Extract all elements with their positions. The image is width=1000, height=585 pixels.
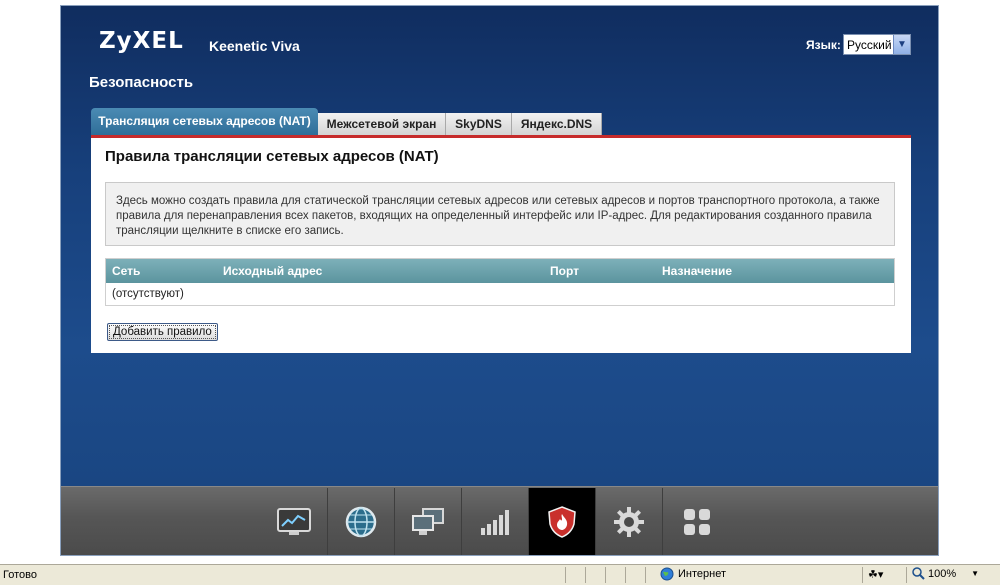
add-rule-button[interactable]: Добавить правило [107, 323, 218, 341]
zone-label: Интернет [678, 568, 726, 580]
chevron-down-icon[interactable]: ▼ [971, 569, 979, 578]
page-title: Безопасность [89, 74, 194, 91]
status-separator [862, 567, 863, 583]
zoom-control[interactable]: 100% ▼ [912, 567, 979, 580]
table-header: Сеть Исходный адрес Порт Назначение [106, 259, 894, 283]
status-separator [565, 567, 566, 583]
status-text: Готово [3, 569, 37, 581]
empty-row-text: (отсутствуют) [112, 288, 184, 300]
signal-bars-icon [481, 510, 509, 535]
status-separator [906, 567, 907, 583]
column-destination: Назначение [662, 264, 733, 278]
dock-monitor[interactable] [261, 488, 328, 555]
dock-home-network[interactable] [395, 488, 462, 555]
monitor-chart-icon [277, 508, 311, 535]
network-computers-icon [412, 508, 444, 535]
security-shield-icon [548, 506, 576, 538]
tab-firewall[interactable]: Межсетевой экран [318, 113, 446, 135]
tab-nat[interactable]: Трансляция сетевых адресов (NAT) [91, 108, 318, 135]
dock-applications[interactable] [663, 488, 730, 555]
browser-status-bar: Готово Интернет ☘▾ 100% ▼ [0, 564, 1000, 585]
status-separator [625, 567, 626, 583]
dock-security[interactable] [529, 488, 596, 555]
status-separator [585, 567, 586, 583]
nat-rules-table: Сеть Исходный адрес Порт Назначение (отс… [105, 258, 895, 306]
language-value: Русский [847, 38, 892, 52]
router-web-frame: ZyXEL Keenetic Viva Язык: Русский ▼ Безо… [60, 5, 939, 556]
tab-yandex-dns[interactable]: Яндекс.DNS [512, 113, 602, 135]
chevron-down-icon[interactable]: ▼ [893, 35, 910, 54]
column-source-address: Исходный адрес [223, 264, 323, 278]
status-separator [605, 567, 606, 583]
zoom-icon [912, 567, 925, 580]
tab-skydns[interactable]: SkyDNS [446, 113, 512, 135]
dock-system[interactable] [596, 488, 663, 555]
dock-internet[interactable] [328, 488, 395, 555]
globe-icon [345, 506, 377, 538]
dock-wifi[interactable] [462, 488, 529, 555]
language-label: Язык: [806, 38, 841, 52]
content-panel: Правила трансляции сетевых адресов (NAT)… [91, 138, 911, 353]
table-row: (отсутствуют) [106, 283, 894, 306]
brand-logo: ZyXEL [99, 28, 184, 54]
internet-globe-icon [660, 567, 674, 581]
zoom-level: 100% [928, 567, 957, 580]
status-separator [645, 567, 646, 583]
column-port: Порт [550, 264, 580, 278]
column-network: Сеть [112, 264, 141, 278]
info-box: Здесь можно создать правила для статичес… [105, 182, 895, 246]
bottom-dock [61, 486, 938, 555]
protected-mode-icon[interactable]: ☘▾ [868, 568, 883, 581]
gear-icon [614, 507, 644, 537]
section-heading: Правила трансляции сетевых адресов (NAT) [105, 148, 439, 165]
language-select[interactable]: Русский ▼ [843, 34, 911, 55]
model-name: Keenetic Viva [209, 38, 300, 54]
apps-grid-icon [683, 509, 710, 535]
security-zone[interactable]: Интернет [660, 567, 726, 581]
